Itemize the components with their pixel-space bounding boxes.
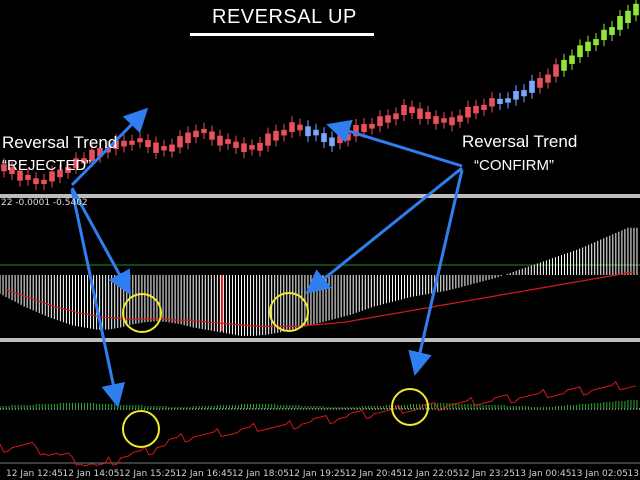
candle-body (553, 64, 559, 77)
candle-body (41, 179, 47, 184)
candle-body (601, 29, 607, 41)
flow-signal-line (0, 380, 637, 467)
candle-body (369, 123, 375, 129)
chart-svg (0, 0, 640, 467)
candle-body (537, 78, 543, 88)
annotation-confirm-status: “CONFIRM” (474, 157, 554, 174)
candle-body (329, 137, 335, 147)
candle-body (25, 174, 31, 180)
candle-body (577, 45, 583, 58)
candle-body (449, 117, 455, 126)
arrow-confirm-to-price (326, 119, 463, 168)
candle-body (481, 104, 487, 110)
candle-body (297, 124, 303, 131)
candle-body (217, 135, 223, 146)
candle-body (561, 59, 567, 71)
candle-body (489, 98, 495, 107)
annotation-confirm-label: Reversal Trend (462, 132, 578, 151)
separator-mid (0, 338, 640, 342)
candle-body (241, 143, 247, 153)
candle-body (441, 118, 447, 123)
candle-body (201, 128, 207, 134)
x-tick-label: 13 Jan 02:05 (571, 469, 628, 479)
candle-body (313, 129, 319, 136)
candle-body (233, 141, 239, 148)
annotation-rejected-status: “REJECTED” (2, 157, 92, 174)
chart-title: REVERSAL UP (212, 6, 357, 28)
candle-body (137, 138, 143, 143)
candle-body (457, 115, 463, 122)
candle-body (305, 126, 311, 137)
candle-body (609, 27, 615, 35)
candle-body (161, 145, 167, 151)
x-tick-label: 13 Jan 00:45 (514, 469, 572, 479)
candle-body (385, 115, 391, 123)
x-tick-label: 12 Jan 12:45 (6, 469, 63, 479)
x-tick-label: 12 Jan 16:45 (175, 469, 233, 479)
chart-stage: REVERSAL UP Reversal Trend “REJECTED” Re… (0, 0, 640, 480)
candle-body (633, 3, 639, 16)
candle-body (289, 122, 295, 133)
candle-body (465, 106, 471, 118)
candle-body (377, 116, 383, 127)
indicator-readout: 22 -0.0001 -0.5402 (1, 198, 88, 208)
candle-body (209, 131, 215, 140)
candle-body (281, 129, 287, 136)
candle-body (545, 74, 551, 83)
candle-body (129, 140, 135, 145)
x-tick-label: 12 Jan 14:05 (62, 469, 120, 479)
candle-body (433, 116, 439, 124)
volume-bars (0, 400, 638, 409)
candle-body (617, 16, 623, 30)
x-tick-label: 12 Jan 22:05 (401, 469, 459, 479)
annotation-arrows (70, 107, 464, 408)
candle-body (153, 142, 159, 153)
x-tick-label: 12 Jan 19:25 (288, 469, 346, 479)
candle-body (521, 90, 527, 97)
candle-body (585, 41, 591, 52)
candle-body (425, 111, 431, 119)
candle-body (513, 91, 519, 100)
candle-body (593, 39, 599, 46)
candle-body (193, 130, 199, 138)
candle-body (569, 55, 575, 64)
x-tick-label: 12 Jan 18:05 (232, 469, 289, 479)
candle-body (225, 139, 231, 144)
candle-body (409, 106, 415, 114)
candle-body (345, 133, 351, 141)
candle-body (169, 144, 175, 152)
candle-body (177, 136, 183, 148)
separator-top (0, 194, 640, 198)
candle-body (625, 10, 631, 24)
candle-body (249, 145, 255, 150)
highlight-circle-3 (122, 410, 160, 448)
candle-body (529, 80, 535, 93)
candle-body (497, 98, 503, 104)
candle-body (417, 108, 423, 119)
x-tick-label: 13 Jan 03 (627, 469, 640, 479)
candle-body (337, 135, 343, 144)
candle-body (401, 104, 407, 116)
x-tick-label: 12 Jan 15:25 (119, 469, 176, 479)
x-tick-label: 12 Jan 20:45 (345, 469, 402, 479)
candle-body (393, 113, 399, 120)
annotation-rejected-label: Reversal Trend (2, 133, 118, 152)
candle-body (145, 139, 151, 148)
candle-body (473, 105, 479, 114)
candle-body (321, 133, 327, 143)
candle-body (361, 124, 367, 133)
candle-body (273, 130, 279, 141)
candle-body (505, 98, 511, 103)
title-underline (190, 33, 374, 36)
candle-body (265, 133, 271, 146)
x-tick-label: 12 Jan 23:25 (458, 469, 515, 479)
candle-body (185, 132, 191, 144)
candle-body (33, 178, 39, 184)
candle-body (121, 140, 127, 147)
candle-body (257, 142, 263, 151)
